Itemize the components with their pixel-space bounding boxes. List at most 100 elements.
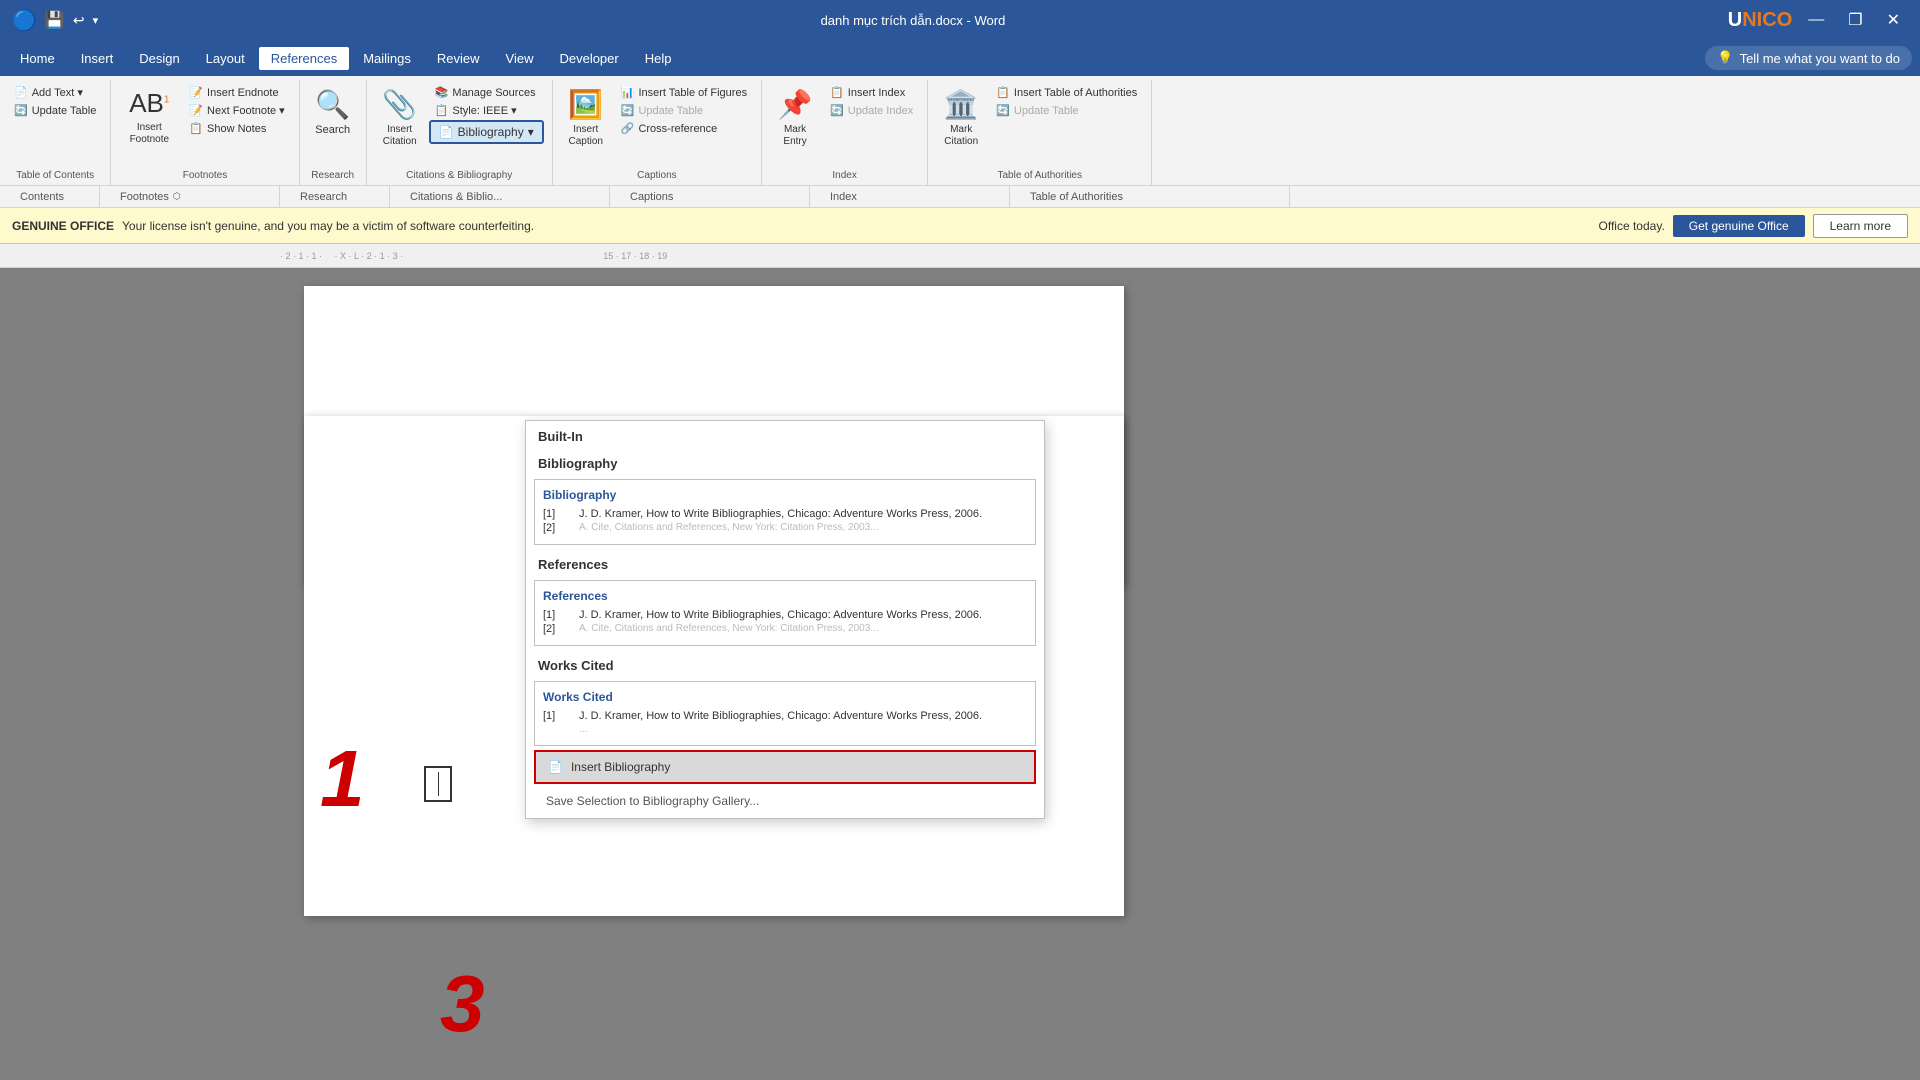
- get-genuine-office-button[interactable]: Get genuine Office: [1673, 215, 1805, 237]
- menu-mailings[interactable]: Mailings: [351, 47, 423, 70]
- warning-bar: GENUINE OFFICE Your license isn't genuin…: [0, 208, 1920, 244]
- insert-table-of-authorities-button[interactable]: 📋 Insert Table of Authorities: [990, 84, 1143, 101]
- wc-num-1: [1]: [543, 710, 567, 722]
- menu-layout[interactable]: Layout: [194, 47, 257, 70]
- section-captions: Captions: [610, 186, 810, 207]
- wc-fade-1: ...: [579, 724, 587, 735]
- mark-entry-button[interactable]: 📌 MarkEntry: [770, 84, 820, 152]
- footnotes-expand-icon: ⬡: [173, 191, 181, 202]
- authorities-group-label: Table of Authorities: [997, 166, 1082, 181]
- tell-me-box[interactable]: 💡 Tell me what you want to do: [1705, 46, 1912, 70]
- insert-caption-button[interactable]: 🖼️ InsertCaption: [561, 84, 611, 152]
- insert-footnote-button[interactable]: AB1 InsertFootnote: [119, 84, 179, 150]
- caption-icon: 🖼️: [568, 88, 603, 121]
- section-index: Index: [810, 186, 1010, 207]
- menu-references[interactable]: References: [259, 47, 349, 70]
- update-index-button[interactable]: 🔄 Update Index: [824, 102, 919, 119]
- search-button[interactable]: 🔍 Search: [308, 84, 358, 140]
- quick-access-undo[interactable]: ↩: [73, 12, 85, 29]
- tell-me-label: Tell me what you want to do: [1740, 51, 1900, 66]
- bibliography-subsection[interactable]: Bibliography [1] J. D. Kramer, How to Wr…: [534, 479, 1036, 545]
- authorities-items: 🏛️ MarkCitation 📋 Insert Table of Author…: [936, 84, 1143, 166]
- style-dropdown[interactable]: 📋 Style: IEEE ▾: [429, 102, 544, 119]
- wc-text-1: J. D. Kramer, How to Write Bibliographie…: [579, 710, 1027, 722]
- update-index-icon: 🔄: [830, 104, 844, 117]
- ref-text-1: J. D. Kramer, How to Write Bibliographie…: [579, 609, 1027, 621]
- quick-access-more[interactable]: ▾: [93, 14, 99, 27]
- menu-developer[interactable]: Developer: [547, 47, 630, 70]
- ribbon-group-captions: 🖼️ InsertCaption 📊 Insert Table of Figur…: [553, 80, 762, 185]
- authorities-col: 📋 Insert Table of Authorities 🔄 Update T…: [990, 84, 1143, 119]
- insert-index-button[interactable]: 📋 Insert Index: [824, 84, 919, 101]
- references-subsection[interactable]: References [1] J. D. Kramer, How to Writ…: [534, 580, 1036, 646]
- menu-help[interactable]: Help: [633, 47, 684, 70]
- learn-more-button[interactable]: Learn more: [1813, 214, 1908, 238]
- document-title: danh mục trích dẫn.docx - Word: [821, 13, 1006, 28]
- menu-home[interactable]: Home: [8, 47, 67, 70]
- ruler: · 2 · 1 · 1 · · X · L · 2 · 1 · 3 · 15 ·…: [0, 244, 1920, 268]
- wc-num-2: [543, 724, 567, 735]
- footnote-icon: AB1: [129, 88, 169, 119]
- insert-table-of-figures-button[interactable]: 📊 Insert Table of Figures: [615, 84, 753, 101]
- update-auth-icon: 🔄: [996, 104, 1010, 117]
- captions-group-label: Captions: [637, 166, 676, 181]
- mark-entry-icon: 📌: [778, 88, 813, 121]
- add-text-button[interactable]: 📄 Add Text ▾: [8, 84, 102, 101]
- ref-num-2: [2]: [543, 623, 567, 635]
- citation-icon: 📎: [382, 88, 417, 121]
- title-bar: 🔵 💾 ↩ ▾ danh mục trích dẫn.docx - Word U…: [0, 0, 1920, 40]
- bibliography-subsection-title: Bibliography: [543, 488, 1027, 502]
- bib-dropdown-arrow: ▾: [528, 125, 534, 139]
- menu-design[interactable]: Design: [127, 47, 191, 70]
- index-items: 📌 MarkEntry 📋 Insert Index 🔄 Update Inde…: [770, 84, 919, 166]
- research-group-label: Research: [311, 166, 354, 181]
- bibliography-button[interactable]: 📄 Bibliography ▾: [429, 120, 544, 144]
- mark-citation-icon: 🏛️: [944, 88, 979, 121]
- bib-entry-1: [1] J. D. Kramer, How to Write Bibliogra…: [543, 508, 1027, 520]
- menu-view[interactable]: View: [494, 47, 546, 70]
- update-table-toc-button[interactable]: 🔄 Update Table: [8, 102, 102, 119]
- lightbulb-icon: 💡: [1717, 50, 1733, 66]
- insert-bib-label: Insert Bibliography: [571, 760, 670, 774]
- bib-num-2: [2]: [543, 522, 567, 534]
- title-bar-right: UNICO — ❐ ✕: [1728, 9, 1908, 32]
- authorities-icon: 📋: [996, 86, 1010, 99]
- manage-sources-button[interactable]: 📚 Manage Sources: [429, 84, 544, 101]
- bib-entry-2: [2] A. Cite, Citations and References, N…: [543, 522, 1027, 534]
- mark-citation-button[interactable]: 🏛️ MarkCitation: [936, 84, 986, 152]
- maximize-button[interactable]: ❐: [1840, 10, 1870, 30]
- quick-access-save[interactable]: 💾: [45, 10, 65, 30]
- index-col: 📋 Insert Index 🔄 Update Index: [824, 84, 919, 119]
- next-footnote-button[interactable]: 📝 Next Footnote ▾: [183, 102, 290, 119]
- style-icon: 📋: [435, 104, 449, 117]
- save-to-gallery-button[interactable]: Save Selection to Bibliography Gallery..…: [534, 788, 1036, 814]
- menu-review[interactable]: Review: [425, 47, 492, 70]
- references-subsection-title: References: [543, 589, 1027, 603]
- insert-bibliography-button[interactable]: 📄 Insert Bibliography: [534, 750, 1036, 784]
- cross-reference-button[interactable]: 🔗 Cross-reference: [615, 120, 753, 137]
- update-table-captions-button[interactable]: 🔄 Update Table: [615, 102, 753, 119]
- insert-bib-icon: 📄: [548, 760, 563, 774]
- warning-label: GENUINE OFFICE: [12, 219, 114, 233]
- ref-fade-1: A. Cite, Citations and References, New Y…: [579, 623, 879, 635]
- update-table-authorities-button[interactable]: 🔄 Update Table: [990, 102, 1143, 119]
- bibliography-section-heading: Bibliography: [526, 448, 1044, 475]
- section-authorities: Table of Authorities: [1010, 186, 1290, 207]
- references-section-heading: References: [526, 549, 1044, 576]
- insert-citation-button[interactable]: 📎 InsertCitation: [375, 84, 425, 152]
- section-bar: Contents Footnotes ⬡ Research Citations …: [0, 186, 1920, 208]
- bib-text-1: J. D. Kramer, How to Write Bibliographie…: [579, 508, 1027, 520]
- close-button[interactable]: ✕: [1879, 10, 1908, 30]
- works-cited-subsection[interactable]: Works Cited [1] J. D. Kramer, How to Wri…: [534, 681, 1036, 746]
- figures-icon: 📊: [621, 86, 635, 99]
- section-toc: Contents: [0, 186, 100, 207]
- minimize-button[interactable]: —: [1800, 11, 1832, 29]
- menu-insert[interactable]: Insert: [69, 47, 126, 70]
- citations-group-label: Citations & Bibliography: [406, 166, 512, 181]
- citations-col: 📚 Manage Sources 📋 Style: IEEE ▾ 📄 Bibli…: [429, 84, 544, 144]
- insert-endnote-button[interactable]: 📝 Insert Endnote: [183, 84, 290, 101]
- text-cursor[interactable]: [424, 766, 452, 802]
- save-gallery-label: Save Selection to Bibliography Gallery..…: [546, 794, 759, 808]
- show-notes-button[interactable]: 📋 Show Notes: [183, 120, 290, 137]
- bibliography-dropdown: Built-In Bibliography Bibliography [1] J…: [525, 420, 1045, 819]
